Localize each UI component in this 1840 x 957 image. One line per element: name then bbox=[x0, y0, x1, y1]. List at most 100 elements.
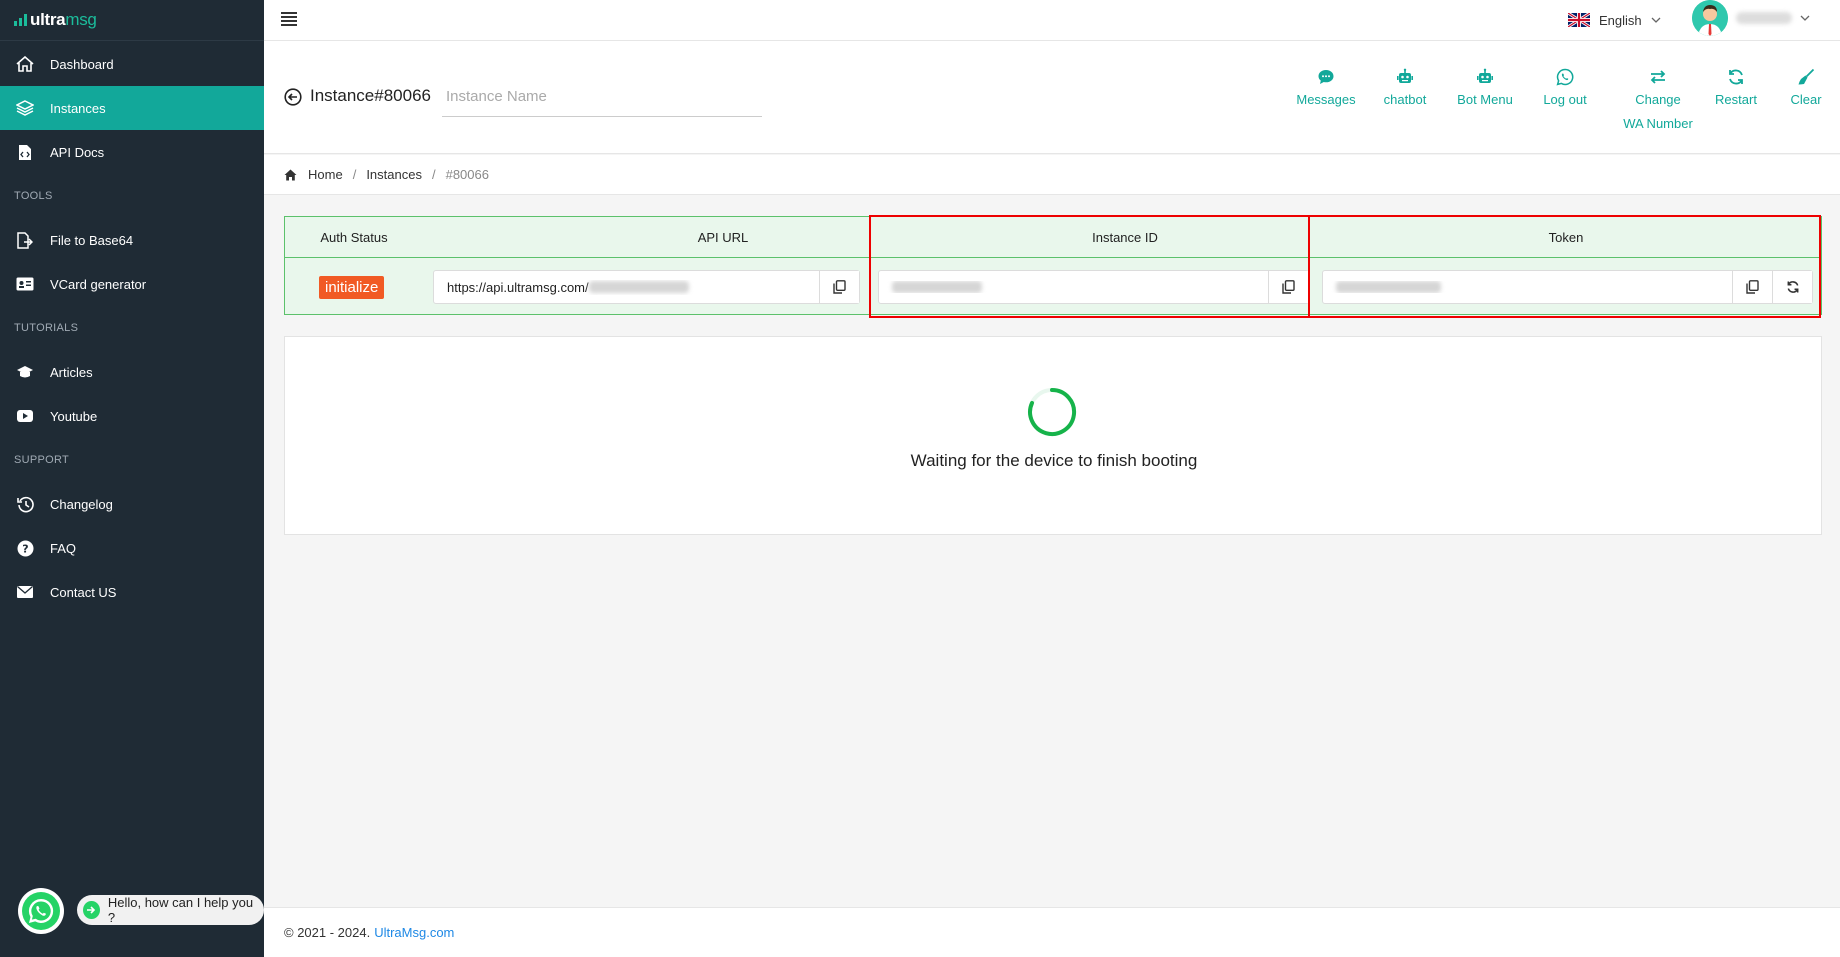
sidebar-item-label: File to Base64 bbox=[50, 232, 134, 248]
breadcrumb-home[interactable]: Home bbox=[308, 167, 343, 182]
arrow-right-icon bbox=[83, 901, 100, 919]
sidebar-item-dashboard[interactable]: Dashboard bbox=[0, 42, 264, 86]
comment-icon bbox=[1318, 70, 1334, 84]
user-menu[interactable] bbox=[1692, 0, 1810, 36]
username-blurred bbox=[1736, 12, 1792, 24]
action-label-line2: WA Number bbox=[1623, 116, 1693, 131]
chat-widget-bubble[interactable]: Hello, how can I help you ? bbox=[77, 895, 264, 925]
home-icon bbox=[284, 169, 297, 180]
status-badge: initialize bbox=[319, 276, 385, 299]
logo[interactable]: ultramsg bbox=[0, 0, 264, 41]
refresh-icon bbox=[1787, 281, 1798, 293]
breadcrumb-separator: / bbox=[431, 167, 436, 182]
copy-token-button[interactable] bbox=[1732, 271, 1772, 303]
clear-button[interactable]: Clear bbox=[1784, 63, 1828, 112]
language-label: English bbox=[1599, 12, 1642, 28]
sidebar-item-articles[interactable]: Articles bbox=[0, 350, 264, 394]
action-label: Clear bbox=[1790, 92, 1822, 107]
sidebar-item-faq[interactable]: ? FAQ bbox=[0, 526, 264, 570]
sidebar-item-contact-us[interactable]: Contact US bbox=[0, 570, 264, 614]
change-wa-number-button[interactable]: Change WA Number bbox=[1608, 63, 1708, 136]
logo-text: ultramsg bbox=[30, 10, 97, 29]
action-label: Restart bbox=[1715, 92, 1757, 107]
sidebar-item-changelog[interactable]: Changelog bbox=[0, 482, 264, 526]
sidebar-item-label: FAQ bbox=[50, 540, 77, 556]
api-url-field: https://api.ultramsg.com/ bbox=[433, 270, 860, 304]
action-label: Log out bbox=[1543, 92, 1587, 107]
sidebar-item-label: Youtube bbox=[50, 408, 98, 424]
avatar bbox=[1692, 0, 1728, 36]
sidebar-item-youtube[interactable]: Youtube bbox=[0, 394, 264, 438]
exchange-icon bbox=[1650, 70, 1666, 84]
sidebar-item-vcard-generator[interactable]: VCard generator bbox=[0, 262, 264, 306]
instance-id-value[interactable] bbox=[879, 281, 1268, 293]
sidebar-item-label: Dashboard bbox=[50, 56, 114, 72]
youtube-icon bbox=[14, 407, 36, 425]
uk-flag-icon bbox=[1568, 13, 1590, 27]
sidebar-item-label: Changelog bbox=[50, 496, 113, 512]
loading-spinner-icon bbox=[1028, 387, 1077, 436]
whatsapp-icon bbox=[22, 892, 60, 930]
instance-info-table: Auth Status API URL Instance ID Token in… bbox=[284, 215, 1822, 318]
robot-icon bbox=[1397, 68, 1413, 83]
sidebar-item-instances[interactable]: Instances bbox=[0, 86, 264, 130]
broom-icon bbox=[1798, 68, 1815, 85]
section-title-tutorials: TUTORIALS bbox=[14, 322, 79, 334]
breadcrumb-current: #80066 bbox=[445, 167, 489, 182]
sidebar-item-label: API Docs bbox=[50, 144, 105, 160]
breadcrumb-instances[interactable]: Instances bbox=[366, 167, 422, 182]
breadcrumb: Home / Instances / #80066 bbox=[264, 155, 1840, 195]
sidebar-item-label: Contact US bbox=[50, 584, 117, 600]
history-icon bbox=[14, 495, 36, 513]
refresh-icon bbox=[1729, 69, 1743, 85]
logout-button[interactable]: Log out bbox=[1533, 63, 1597, 112]
copy-icon bbox=[833, 280, 846, 294]
envelope-icon bbox=[14, 583, 36, 601]
id-card-icon bbox=[14, 275, 36, 293]
token-value[interactable] bbox=[1323, 281, 1732, 293]
menu-toggle-icon[interactable] bbox=[281, 11, 299, 27]
messages-button[interactable]: Messages bbox=[1291, 63, 1361, 112]
question-icon: ? bbox=[14, 539, 36, 557]
api-url-value[interactable]: https://api.ultramsg.com/ bbox=[434, 280, 819, 295]
chat-widget-text: Hello, how can I help you ? bbox=[107, 895, 254, 925]
header-token: Token bbox=[1548, 230, 1584, 245]
restart-button[interactable]: Restart bbox=[1704, 63, 1768, 112]
chevron-down-icon bbox=[1651, 17, 1661, 23]
api-url-blurred-part bbox=[588, 281, 689, 293]
instance-id-field bbox=[878, 270, 1309, 304]
table-header-row: Auth Status API URL Instance ID Token bbox=[285, 217, 1821, 258]
breadcrumb-separator: / bbox=[352, 167, 357, 182]
section-title-tools: TOOLS bbox=[14, 190, 53, 202]
header-instance-id: Instance ID bbox=[1092, 230, 1158, 245]
whatsapp-icon bbox=[1556, 68, 1574, 86]
bot-menu-button[interactable]: Bot Menu bbox=[1449, 63, 1521, 112]
token-field bbox=[1322, 270, 1813, 304]
chatbot-button[interactable]: chatbot bbox=[1375, 63, 1435, 112]
sidebar-item-label: VCard generator bbox=[50, 276, 147, 292]
sidebar-item-file-to-base64[interactable]: File to Base64 bbox=[0, 218, 264, 262]
graduation-cap-icon bbox=[14, 363, 36, 381]
language-selector[interactable]: English bbox=[1568, 6, 1661, 34]
footer-link[interactable]: UltraMsg.com bbox=[374, 925, 454, 940]
section-title-support: SUPPORT bbox=[14, 454, 70, 466]
sidebar-item-label: Articles bbox=[50, 364, 93, 380]
token-blurred bbox=[1336, 281, 1441, 293]
robot-icon bbox=[1477, 68, 1493, 83]
action-label: Bot Menu bbox=[1457, 92, 1513, 107]
action-label: chatbot bbox=[1383, 92, 1427, 107]
home-icon bbox=[14, 55, 36, 73]
instance-header: Instance#80066 Messages chatbot Bot Menu… bbox=[264, 41, 1840, 154]
chevron-down-icon bbox=[1800, 15, 1810, 21]
copy-instance-id-button[interactable] bbox=[1268, 271, 1308, 303]
action-label: Messages bbox=[1296, 92, 1356, 107]
sidebar-item-api-docs[interactable]: API Docs bbox=[0, 130, 264, 174]
footer: © 2021 - 2024. UltraMsg.com bbox=[264, 907, 1840, 957]
svg-text:?: ? bbox=[22, 542, 28, 555]
regenerate-token-button[interactable] bbox=[1772, 271, 1812, 303]
copy-api-url-button[interactable] bbox=[819, 271, 859, 303]
topbar: English bbox=[264, 0, 1840, 41]
copyright-text: © 2021 - 2024. bbox=[284, 925, 371, 940]
status-message: Waiting for the device to finish booting bbox=[910, 451, 1198, 470]
whatsapp-chat-button[interactable] bbox=[18, 888, 64, 934]
